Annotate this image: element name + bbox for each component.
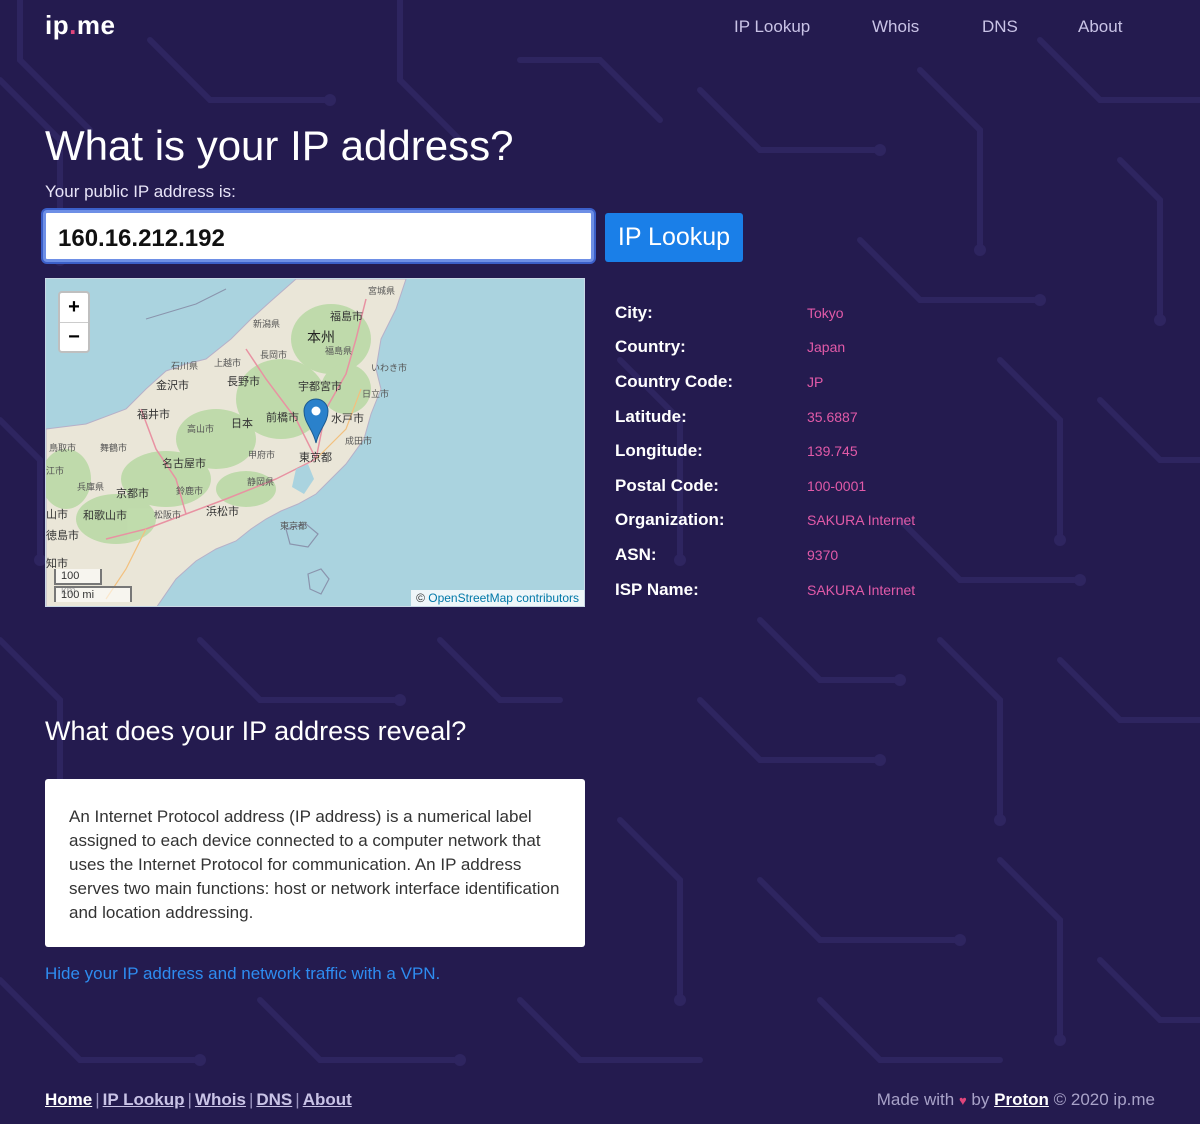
info-value-country: Japan	[807, 339, 846, 355]
map-label-hamamatsu: 浜松市	[206, 505, 239, 518]
footer-link-dns[interactable]: DNS	[256, 1090, 292, 1109]
info-value-organization: SAKURA Internet	[807, 512, 916, 528]
heart-icon: ♥	[958, 1093, 967, 1108]
map-label-maebashi: 前橋市	[266, 411, 299, 424]
map-label-nagano: 長野市	[227, 375, 260, 388]
map-label-suzuka: 鈴鹿市	[176, 487, 204, 497]
map-label-joetsu: 上越市	[214, 359, 242, 369]
map-label-nagaoka: 長岡市	[260, 351, 288, 361]
map-label-miyagi: 宮城県	[368, 287, 396, 297]
info-value-postal-code: 100-0001	[807, 478, 867, 494]
made-with-text: Made with	[876, 1090, 955, 1109]
footer-credits: Made with ♥ by Proton © 2020 ip.me	[877, 1090, 1155, 1110]
info-key-longitude: Longitude:	[615, 441, 703, 460]
map-label-matsusaka: 松阪市	[154, 511, 182, 521]
info-key-country-code: Country Code:	[615, 372, 734, 391]
map-label-ishikawa: 石川県	[171, 362, 199, 372]
map-label-hyogo: 兵庫県	[77, 483, 105, 493]
footer-link-whois[interactable]: Whois	[195, 1090, 246, 1109]
info-key-organization: Organization:	[615, 510, 725, 529]
map-label-nihon: 日本	[231, 417, 253, 430]
map-label-hitachi: 日立市	[362, 390, 390, 400]
map-label-wakayama: 和歌山市	[83, 509, 127, 522]
reveal-heading: What does your IP address reveal?	[45, 716, 467, 746]
map-label-tottori: 鳥取市	[49, 444, 77, 454]
info-value-asn: 9370	[807, 547, 839, 563]
reveal-description-card: An Internet Protocol address (IP address…	[45, 779, 585, 947]
proton-link[interactable]: Proton	[994, 1090, 1049, 1109]
info-key-city: City:	[615, 303, 653, 322]
info-key-isp-name: ISP Name:	[615, 580, 699, 599]
attribution-copyright: ©	[416, 591, 425, 605]
map-label-kyoto: 京都市	[116, 487, 149, 500]
info-key-country: Country:	[615, 337, 686, 356]
zoom-out-button[interactable]: −	[60, 323, 88, 351]
logo-dot: .	[69, 10, 77, 40]
map-label-takayama: 高山市	[187, 425, 215, 435]
info-key-latitude: Latitude:	[615, 407, 687, 426]
map-label-fukui: 福井市	[137, 408, 170, 421]
map-label-tokushima: 徳島市	[46, 529, 79, 542]
map-label-nagoya: 名古屋市	[162, 457, 206, 470]
nav-about[interactable]: About	[1078, 17, 1122, 37]
map-scale-km: 100 km	[54, 569, 102, 597]
footer-link-ip-lookup[interactable]: IP Lookup	[103, 1090, 185, 1109]
by-text: by	[971, 1090, 990, 1109]
info-key-asn: ASN:	[615, 545, 657, 564]
map-label-mito: 水戸市	[331, 412, 364, 425]
map-label-maizuru: 舞鶴市	[100, 444, 128, 454]
logo-suffix: me	[76, 10, 116, 40]
ip-label: Your public IP address is:	[45, 182, 236, 201]
map-label-tokyo-islands: 東京都	[280, 522, 308, 532]
map-label-kanazawa: 金沢市	[156, 379, 189, 392]
map-label-narita: 成田市	[345, 437, 373, 447]
info-value-city: Tokyo	[807, 305, 844, 321]
map-label-niigata: 新潟県	[253, 320, 281, 330]
map-label-tokyo: 東京都	[299, 451, 332, 464]
ip-lookup-button[interactable]: IP Lookup	[605, 213, 743, 262]
site-logo[interactable]: ip.me	[45, 10, 115, 41]
footer-link-home[interactable]: Home	[45, 1090, 92, 1109]
ip-address-field[interactable]: 160.16.212.192	[43, 210, 594, 262]
location-map[interactable]: 宮城県 新潟県 福島市 本州 福島県 石川県 上越市 長岡市 いわき市 金沢市 …	[45, 278, 585, 607]
map-label-kofu: 甲府市	[248, 451, 276, 461]
info-value-isp-name: SAKURA Internet	[807, 582, 916, 598]
map-label-fukushima: 福島市	[330, 310, 363, 323]
map-label-shizuoka: 静岡県	[247, 478, 275, 488]
info-value-longitude: 139.745	[807, 443, 858, 459]
map-label-okayama: 山市	[46, 508, 68, 521]
reveal-description-text: An Internet Protocol address (IP address…	[69, 807, 560, 922]
nav-ip-lookup[interactable]: IP Lookup	[734, 17, 810, 37]
info-value-latitude: 35.6887	[807, 409, 858, 425]
map-label-fukushima-pref: 福島県	[325, 347, 353, 357]
footer-link-about[interactable]: About	[303, 1090, 352, 1109]
map-label-iwaki: いわき市	[371, 364, 408, 374]
footer-nav: Home | IP Lookup | Whois | DNS | About	[45, 1090, 352, 1109]
map-label-utsunomiya: 宇都宮市	[298, 380, 342, 393]
vpn-link[interactable]: Hide your IP address and network traffic…	[45, 964, 440, 984]
copyright-text: © 2020 ip.me	[1053, 1090, 1155, 1109]
zoom-in-button[interactable]: +	[60, 293, 88, 323]
map-attribution: © OpenStreetMap contributors	[411, 590, 584, 606]
nav-whois[interactable]: Whois	[872, 17, 919, 37]
map-label-matsue: 江市	[46, 467, 65, 477]
map-zoom-control: + −	[58, 291, 90, 353]
map-scale-mi: 100 mi	[54, 586, 132, 602]
info-value-country-code: JP	[807, 374, 824, 390]
osm-attribution-link[interactable]: OpenStreetMap contributors	[428, 591, 579, 605]
page-title: What is your IP address?	[45, 122, 514, 169]
logo-prefix: ip	[45, 10, 70, 40]
nav-dns[interactable]: DNS	[982, 17, 1018, 37]
info-key-postal-code: Postal Code:	[615, 476, 719, 495]
